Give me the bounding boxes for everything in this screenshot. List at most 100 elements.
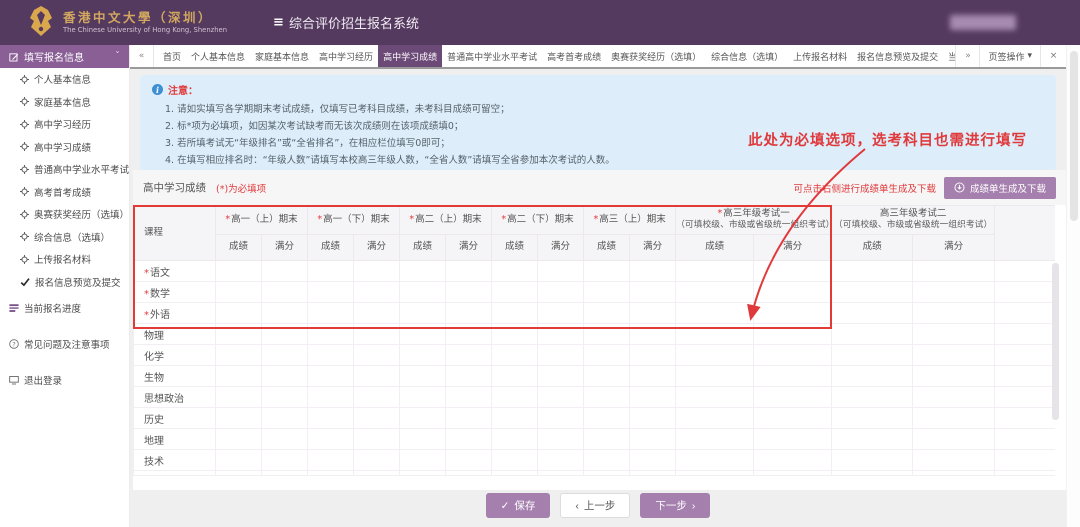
sidebar-root-item-0[interactable]: 当前报名进度 [0,297,129,319]
score-cell[interactable] [216,282,262,303]
score-cell[interactable] [754,324,832,345]
score-cell[interactable] [446,408,492,429]
score-cell[interactable] [262,429,308,450]
score-cell[interactable] [492,408,538,429]
tabs-scroll-left-icon[interactable]: « [130,45,154,67]
tabs-scroll-right-icon[interactable]: » [955,45,979,67]
score-cell[interactable] [354,282,400,303]
score-cell[interactable] [492,282,538,303]
score-cell[interactable] [446,429,492,450]
score-cell[interactable] [492,345,538,366]
score-cell[interactable] [262,366,308,387]
score-cell[interactable] [400,450,446,471]
score-cell[interactable] [446,303,492,324]
score-cell[interactable] [400,345,446,366]
score-cell[interactable] [354,345,400,366]
score-cell[interactable] [913,429,995,450]
score-cell[interactable] [308,429,354,450]
score-cell[interactable] [308,303,354,324]
score-cell[interactable] [446,261,492,282]
score-cell[interactable] [584,345,630,366]
previous-step-button[interactable]: ‹ 上一步 [560,493,630,518]
score-cell[interactable] [400,387,446,408]
score-cell[interactable] [676,303,754,324]
score-cell[interactable] [913,408,995,429]
sidebar-root-item-1[interactable]: ?常见问题及注意事项 [0,333,129,355]
score-cell[interactable] [538,282,584,303]
score-cell[interactable] [913,303,995,324]
sidebar-item-2[interactable]: 高中学习经历 [0,113,129,136]
score-cell[interactable] [584,387,630,408]
score-cell[interactable] [400,303,446,324]
score-cell[interactable] [832,387,913,408]
score-cell[interactable] [676,429,754,450]
score-cell[interactable] [913,387,995,408]
table-scrollbar[interactable] [1052,263,1059,420]
score-cell[interactable] [832,429,913,450]
score-cell[interactable] [262,324,308,345]
sidebar-item-6[interactable]: 奥赛获奖经历（选填） [0,203,129,226]
score-cell[interactable] [400,408,446,429]
score-cell[interactable] [538,387,584,408]
score-cell[interactable] [832,324,913,345]
score-cell[interactable] [832,261,913,282]
score-cell[interactable] [492,366,538,387]
score-cell[interactable] [832,345,913,366]
sidebar-item-7[interactable]: 综合信息（选填） [0,226,129,249]
score-cell[interactable] [584,429,630,450]
score-cell[interactable] [676,345,754,366]
score-cell[interactable] [400,282,446,303]
score-cell[interactable] [584,261,630,282]
score-cell[interactable] [354,261,400,282]
score-cell[interactable] [584,408,630,429]
score-cell[interactable] [492,324,538,345]
score-cell[interactable] [630,261,676,282]
sidebar-item-4[interactable]: 普通高中学业水平考试 [0,158,129,181]
score-cell[interactable] [584,282,630,303]
score-cell[interactable] [308,282,354,303]
score-cell[interactable] [676,450,754,471]
score-cell[interactable] [584,366,630,387]
score-cell[interactable] [630,450,676,471]
score-cell[interactable] [913,366,995,387]
tab-1[interactable]: 个人基本信息 [186,45,250,67]
score-cell[interactable] [630,345,676,366]
tab-0[interactable]: 首页 [158,45,186,67]
tab-4[interactable]: 高中学习成绩 [378,45,442,67]
tab-3[interactable]: 高中学习经历 [314,45,378,67]
tab-6[interactable]: 高考首考成绩 [542,45,606,67]
tab-10[interactable]: 报名信息预览及提交 [852,45,943,67]
score-cell[interactable] [262,345,308,366]
score-cell[interactable] [676,408,754,429]
score-cell[interactable] [913,324,995,345]
score-cell[interactable] [832,303,913,324]
sidebar-root-item-2[interactable]: 退出登录 [0,369,129,391]
tab-close-icon[interactable]: × [1040,45,1066,67]
page-scrollbar-thumb[interactable] [1070,51,1078,221]
score-cell[interactable] [308,345,354,366]
score-cell[interactable] [354,429,400,450]
score-cell[interactable] [538,324,584,345]
sidebar-item-8[interactable]: 上传报名材料 [0,248,129,271]
generate-transcript-button[interactable]: 成绩单生成及下载 [944,177,1056,199]
score-cell[interactable] [216,429,262,450]
sidebar-item-9[interactable]: 报名信息预览及提交 [0,271,129,294]
score-cell[interactable] [913,450,995,471]
sidebar-item-1[interactable]: 家庭基本信息 [0,91,129,114]
score-cell[interactable] [584,324,630,345]
score-cell[interactable] [308,324,354,345]
score-cell[interactable] [308,450,354,471]
score-cell[interactable] [538,303,584,324]
score-cell[interactable] [754,387,832,408]
score-cell[interactable] [538,261,584,282]
score-cell[interactable] [216,324,262,345]
sidebar-item-5[interactable]: 高考首考成绩 [0,181,129,204]
tab-8[interactable]: 综合信息（选填） [706,45,788,67]
sidebar-group-fill-info[interactable]: 填写报名信息 ˇ [0,45,129,68]
score-cell[interactable] [676,366,754,387]
score-cell[interactable] [262,408,308,429]
tab-5[interactable]: 普通高中学业水平考试 [442,45,542,67]
score-cell[interactable] [446,345,492,366]
score-cell[interactable] [262,261,308,282]
score-cell[interactable] [754,450,832,471]
